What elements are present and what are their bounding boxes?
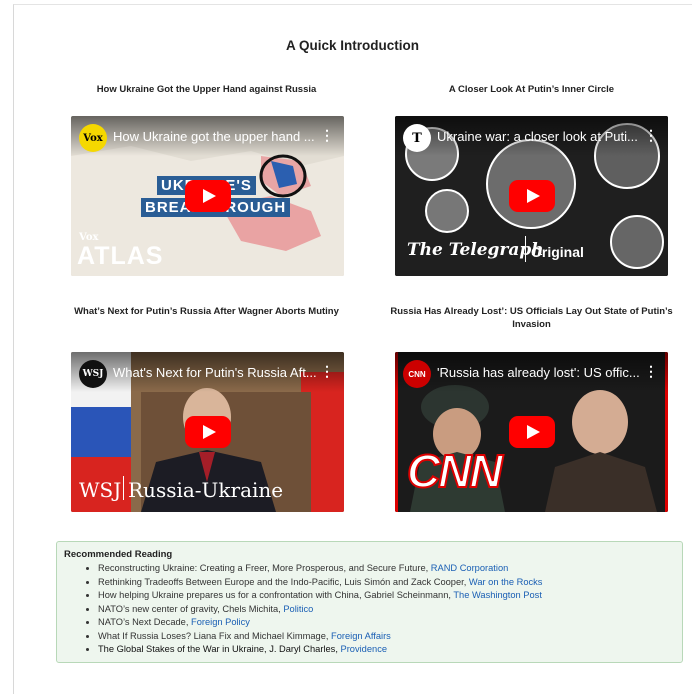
video-heading-3: What’s Next for Putin’s Russia After Wag… <box>74 306 339 317</box>
video-player-wagner-mutiny[interactable]: WSJ Russia-Ukraine WSJ What's Next for P… <box>71 352 344 512</box>
list-item: Reconstructing Ukraine: Creating a Freer… <box>98 562 675 576</box>
cnn-brand: CNN <box>406 444 504 498</box>
more-options-icon[interactable]: ⋮ <box>644 363 658 380</box>
list-item: NATO’s new center of gravity, Chels Mich… <box>98 603 675 617</box>
item-text: Reconstructing Ukraine: Creating a Freer… <box>98 563 431 573</box>
vox-channel-icon[interactable]: Vox <box>79 124 107 152</box>
video-player-russia-already-lost[interactable]: CNN CNN 'Russia has already lost': US of… <box>395 352 668 512</box>
brand-divider <box>525 236 526 262</box>
source-link[interactable]: Foreign Policy <box>191 617 250 627</box>
source-link[interactable]: The Washington Post <box>453 590 542 600</box>
video-title-1[interactable]: How Ukraine got the upper hand ... <box>113 129 318 144</box>
reading-list: Reconstructing Ukraine: Creating a Freer… <box>64 562 675 657</box>
russia-ukraine-brand: Russia-Ukraine <box>128 478 284 502</box>
list-item: NATO’s Next Decade, Foreign Policy <box>98 616 675 630</box>
list-item: Rethinking Tradeoffs Between Europe and … <box>98 576 675 590</box>
recommended-reading-box: Recommended Reading Reconstructing Ukrai… <box>56 541 683 663</box>
wsj-brand: WSJ <box>79 478 122 502</box>
source-link[interactable]: Foreign Affairs <box>331 631 391 641</box>
more-options-icon[interactable]: ⋮ <box>320 363 334 380</box>
item-text: NATO’s new center of gravity, Chels Mich… <box>98 603 284 614</box>
original-label: Original <box>531 244 584 260</box>
video-player-putin-inner-circle[interactable]: The Telegraph Original T Ukraine war: a … <box>395 116 668 276</box>
play-button-icon[interactable] <box>184 416 231 448</box>
play-button-icon[interactable] <box>508 180 555 212</box>
item-text: The Global Stakes of the War in Ukraine,… <box>98 644 341 654</box>
video-title-4[interactable]: 'Russia has already lost': US offic... <box>437 365 642 380</box>
cnn-channel-icon[interactable]: CNN <box>403 360 431 388</box>
list-item: How helping Ukraine prepares us for a co… <box>98 589 675 603</box>
video-heading-2: A Closer Look At Putin’s Inner Circle <box>448 84 615 95</box>
video-title-2[interactable]: Ukraine war: a closer look at Puti... <box>437 129 642 144</box>
list-item: What If Russia Loses? Liana Fix and Mich… <box>98 630 675 644</box>
source-link[interactable]: Providence <box>341 644 388 654</box>
telegraph-channel-icon[interactable]: T <box>403 124 431 152</box>
reading-heading: Recommended Reading <box>64 549 173 560</box>
wsj-channel-icon[interactable]: WSJ <box>79 360 107 388</box>
video-heading-4: Russia Has Already Lost’: US Officials L… <box>390 306 673 330</box>
item-text: Rethinking Tradeoffs Between Europe and … <box>98 576 469 587</box>
item-text: What If Russia Loses? Liana Fix and Mich… <box>98 630 332 641</box>
telegraph-brand: The Telegraph <box>407 240 544 260</box>
video-heading-1: How Ukraine Got the Upper Hand against R… <box>96 84 317 95</box>
source-link[interactable]: Politico <box>283 604 313 614</box>
play-button-icon[interactable] <box>184 180 231 212</box>
video-title-3[interactable]: What's Next for Putin's Russia Aft... <box>113 365 318 380</box>
list-item: The Global Stakes of the War in Ukraine,… <box>98 643 675 657</box>
video-player-ukraine-upper-hand[interactable]: UKRAINE'S BREAKTHROUGH Vox ATLAS Vox How… <box>71 116 344 276</box>
play-button-icon[interactable] <box>508 416 555 448</box>
brand-divider <box>123 476 124 500</box>
page-title: A Quick Introduction <box>286 38 419 53</box>
atlas-brand: ATLAS <box>77 242 164 270</box>
source-link[interactable]: War on the Rocks <box>469 577 543 587</box>
item-text: How helping Ukraine prepares us for a co… <box>98 590 454 600</box>
more-options-icon[interactable]: ⋮ <box>644 127 658 144</box>
item-text: NATO’s Next Decade, <box>98 617 192 627</box>
source-link[interactable]: RAND Corporation <box>431 563 509 573</box>
more-options-icon[interactable]: ⋮ <box>320 127 334 144</box>
